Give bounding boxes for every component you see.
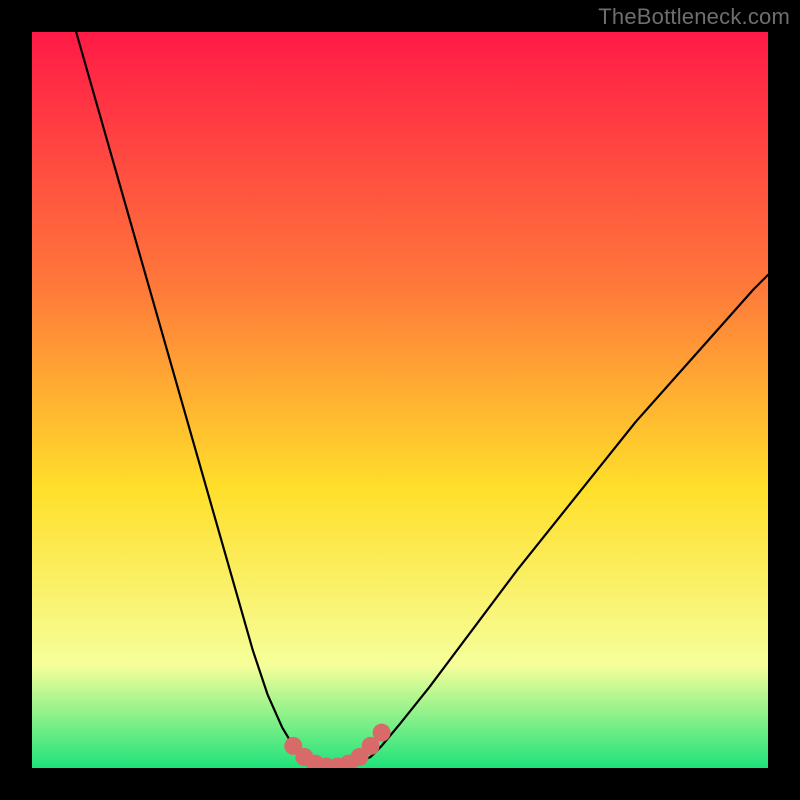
marker-point xyxy=(373,724,391,742)
chart-frame: TheBottleneck.com xyxy=(0,0,800,800)
gradient-background xyxy=(32,32,768,768)
bottleneck-chart xyxy=(32,32,768,768)
watermark-text: TheBottleneck.com xyxy=(598,4,790,30)
plot-area xyxy=(32,32,768,768)
